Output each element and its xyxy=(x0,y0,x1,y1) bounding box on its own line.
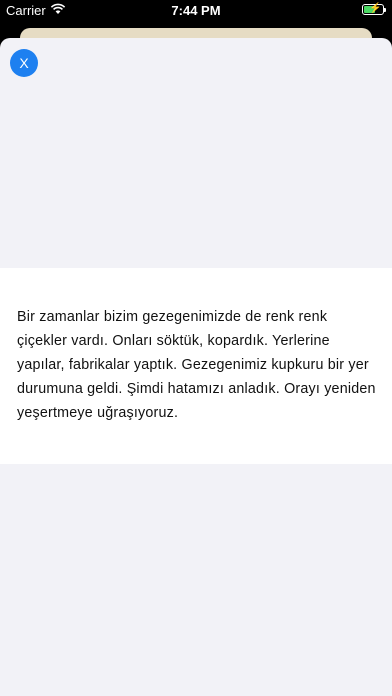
modal-sheet: X Bir zamanlar bizim gezegenimizde de re… xyxy=(0,38,392,696)
close-button[interactable]: X xyxy=(10,49,38,77)
story-text: Bir zamanlar bizim gezegenimizde de renk… xyxy=(17,309,376,421)
status-time: 7:44 PM xyxy=(171,3,221,18)
status-bar: Carrier 7:44 PM ⚡ xyxy=(0,0,392,22)
story-panel: Bir zamanlar bizim gezegenimizde de renk… xyxy=(0,268,392,464)
battery-charging-icon: ⚡ xyxy=(362,3,386,15)
